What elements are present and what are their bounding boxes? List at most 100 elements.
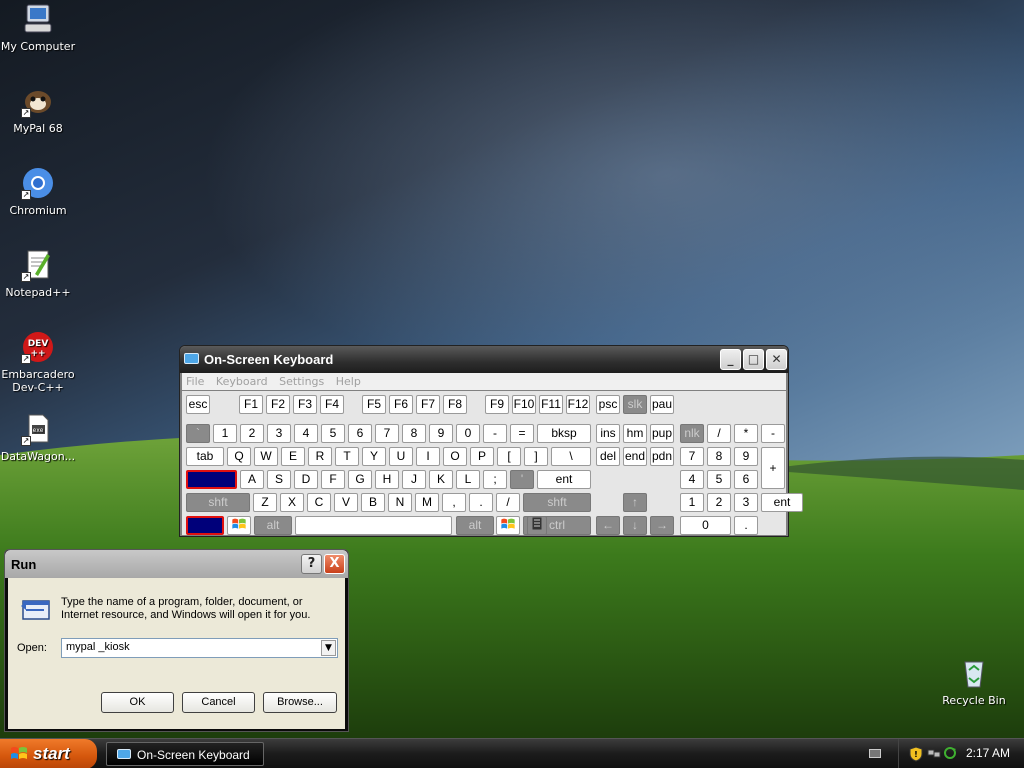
menu-keyboard[interactable]: Keyboard bbox=[212, 373, 272, 390]
key-31[interactable]: hm bbox=[623, 424, 647, 443]
key-64[interactable]: H bbox=[375, 470, 399, 489]
desktop-icon-recycle-bin[interactable]: Recycle Bin bbox=[936, 656, 1012, 707]
open-input[interactable]: mypal _kiosk bbox=[66, 641, 130, 653]
key-24[interactable]: 8 bbox=[402, 424, 426, 443]
key-6[interactable]: F6 bbox=[389, 395, 413, 414]
key-49[interactable]: ] bbox=[524, 447, 548, 466]
windows-key-1[interactable] bbox=[496, 516, 520, 535]
desktop-icon-devcpp[interactable]: DEV ++ ↗ Embarcadero Dev-C++ bbox=[0, 330, 76, 394]
key-34[interactable]: / bbox=[707, 424, 731, 443]
help-button[interactable]: ? bbox=[301, 554, 322, 574]
key-2[interactable]: F2 bbox=[266, 395, 290, 414]
key-36[interactable]: - bbox=[761, 424, 785, 443]
desktop-icon-my-computer[interactable]: My Computer bbox=[0, 2, 76, 53]
key-18[interactable]: 2 bbox=[240, 424, 264, 443]
key-75[interactable]: Z bbox=[253, 493, 277, 512]
key-51[interactable]: del bbox=[596, 447, 620, 466]
key-53[interactable]: pdn bbox=[650, 447, 674, 466]
update-icon[interactable] bbox=[943, 746, 957, 760]
key-61[interactable]: D bbox=[294, 470, 318, 489]
key-10[interactable]: F10 bbox=[512, 395, 536, 414]
key-60[interactable]: S bbox=[267, 470, 291, 489]
key-55[interactable]: 8 bbox=[707, 447, 731, 466]
key-82[interactable]: , bbox=[442, 493, 466, 512]
menu-help[interactable]: Help bbox=[332, 373, 365, 390]
start-button[interactable]: start bbox=[0, 739, 97, 768]
menu-settings[interactable]: Settings bbox=[275, 373, 328, 390]
key-54[interactable]: 7 bbox=[680, 447, 704, 466]
key-40[interactable]: E bbox=[281, 447, 305, 466]
key-14[interactable]: slk bbox=[623, 395, 647, 414]
key-1[interactable]: F1 bbox=[239, 395, 263, 414]
key-87[interactable]: 1 bbox=[680, 493, 704, 512]
windows-key-0[interactable] bbox=[227, 516, 251, 535]
security-shield-icon[interactable]: ! bbox=[909, 746, 923, 762]
key-26[interactable]: 0 bbox=[456, 424, 480, 443]
key-47[interactable]: P bbox=[470, 447, 494, 466]
key-88[interactable]: 2 bbox=[707, 493, 731, 512]
key-68[interactable]: ; bbox=[483, 470, 507, 489]
key-96[interactable]: ← bbox=[596, 516, 620, 535]
key-28[interactable]: = bbox=[510, 424, 534, 443]
key-97[interactable]: ↓ bbox=[623, 516, 647, 535]
key-65[interactable]: J bbox=[402, 470, 426, 489]
key-78[interactable]: V bbox=[334, 493, 358, 512]
key-29[interactable]: bksp bbox=[537, 424, 591, 443]
key-35[interactable]: * bbox=[734, 424, 758, 443]
key-56[interactable]: 9 bbox=[734, 447, 758, 466]
key-99[interactable]: 0 bbox=[680, 516, 731, 535]
key-37[interactable]: tab bbox=[186, 447, 224, 466]
key-80[interactable]: N bbox=[388, 493, 412, 512]
key-62[interactable]: F bbox=[321, 470, 345, 489]
key-57[interactable]: + bbox=[761, 447, 785, 489]
key-5[interactable]: F5 bbox=[362, 395, 386, 414]
key-66[interactable]: K bbox=[429, 470, 453, 489]
key-74[interactable]: shft bbox=[186, 493, 250, 512]
key-84[interactable]: / bbox=[496, 493, 520, 512]
key-4[interactable]: F4 bbox=[320, 395, 344, 414]
key-11[interactable]: F11 bbox=[539, 395, 563, 414]
open-combobox[interactable]: mypal _kiosk ▼ bbox=[61, 638, 338, 658]
key-70[interactable]: ent bbox=[537, 470, 591, 489]
key-76[interactable]: X bbox=[280, 493, 304, 512]
key-59[interactable]: A bbox=[240, 470, 264, 489]
key-86[interactable]: ↑ bbox=[623, 493, 647, 512]
key-100[interactable]: . bbox=[734, 516, 758, 535]
key-69[interactable]: ' bbox=[510, 470, 534, 489]
key-52[interactable]: end bbox=[623, 447, 647, 466]
key-39[interactable]: W bbox=[254, 447, 278, 466]
key-72[interactable]: 5 bbox=[707, 470, 731, 489]
key-9[interactable]: F9 bbox=[485, 395, 509, 414]
key-42[interactable]: T bbox=[335, 447, 359, 466]
key-16[interactable]: ` bbox=[186, 424, 210, 443]
key-90[interactable]: ent bbox=[761, 493, 803, 512]
key-0[interactable]: esc bbox=[186, 395, 210, 414]
key-63[interactable]: G bbox=[348, 470, 372, 489]
key-67[interactable]: L bbox=[456, 470, 480, 489]
key-83[interactable]: . bbox=[469, 493, 493, 512]
key-71[interactable]: 4 bbox=[680, 470, 704, 489]
minimize-button[interactable]: _ bbox=[720, 349, 741, 370]
cancel-button[interactable]: Cancel bbox=[182, 692, 255, 713]
key-20[interactable]: 4 bbox=[294, 424, 318, 443]
key-81[interactable]: M bbox=[415, 493, 439, 512]
menu-file[interactable]: File bbox=[182, 373, 208, 390]
key-50[interactable]: \ bbox=[551, 447, 591, 466]
desktop-icon-datawagon[interactable]: exe ↗ DataWagon... bbox=[0, 412, 76, 463]
key-22[interactable]: 6 bbox=[348, 424, 372, 443]
key-21[interactable]: 5 bbox=[321, 424, 345, 443]
key-15[interactable]: pau bbox=[650, 395, 674, 414]
key-38[interactable]: Q bbox=[227, 447, 251, 466]
key-32[interactable]: pup bbox=[650, 424, 674, 443]
key-89[interactable]: 3 bbox=[734, 493, 758, 512]
key-93[interactable] bbox=[295, 516, 452, 535]
browse-button[interactable]: Browse... bbox=[263, 692, 337, 713]
key-77[interactable]: C bbox=[307, 493, 331, 512]
key-85[interactable]: shft bbox=[523, 493, 591, 512]
key-92[interactable]: alt bbox=[254, 516, 292, 535]
key-8[interactable]: F8 bbox=[443, 395, 467, 414]
menu-key[interactable] bbox=[527, 516, 547, 535]
key-43[interactable]: Y bbox=[362, 447, 386, 466]
key-13[interactable]: psc bbox=[596, 395, 620, 414]
key-17[interactable]: 1 bbox=[213, 424, 237, 443]
